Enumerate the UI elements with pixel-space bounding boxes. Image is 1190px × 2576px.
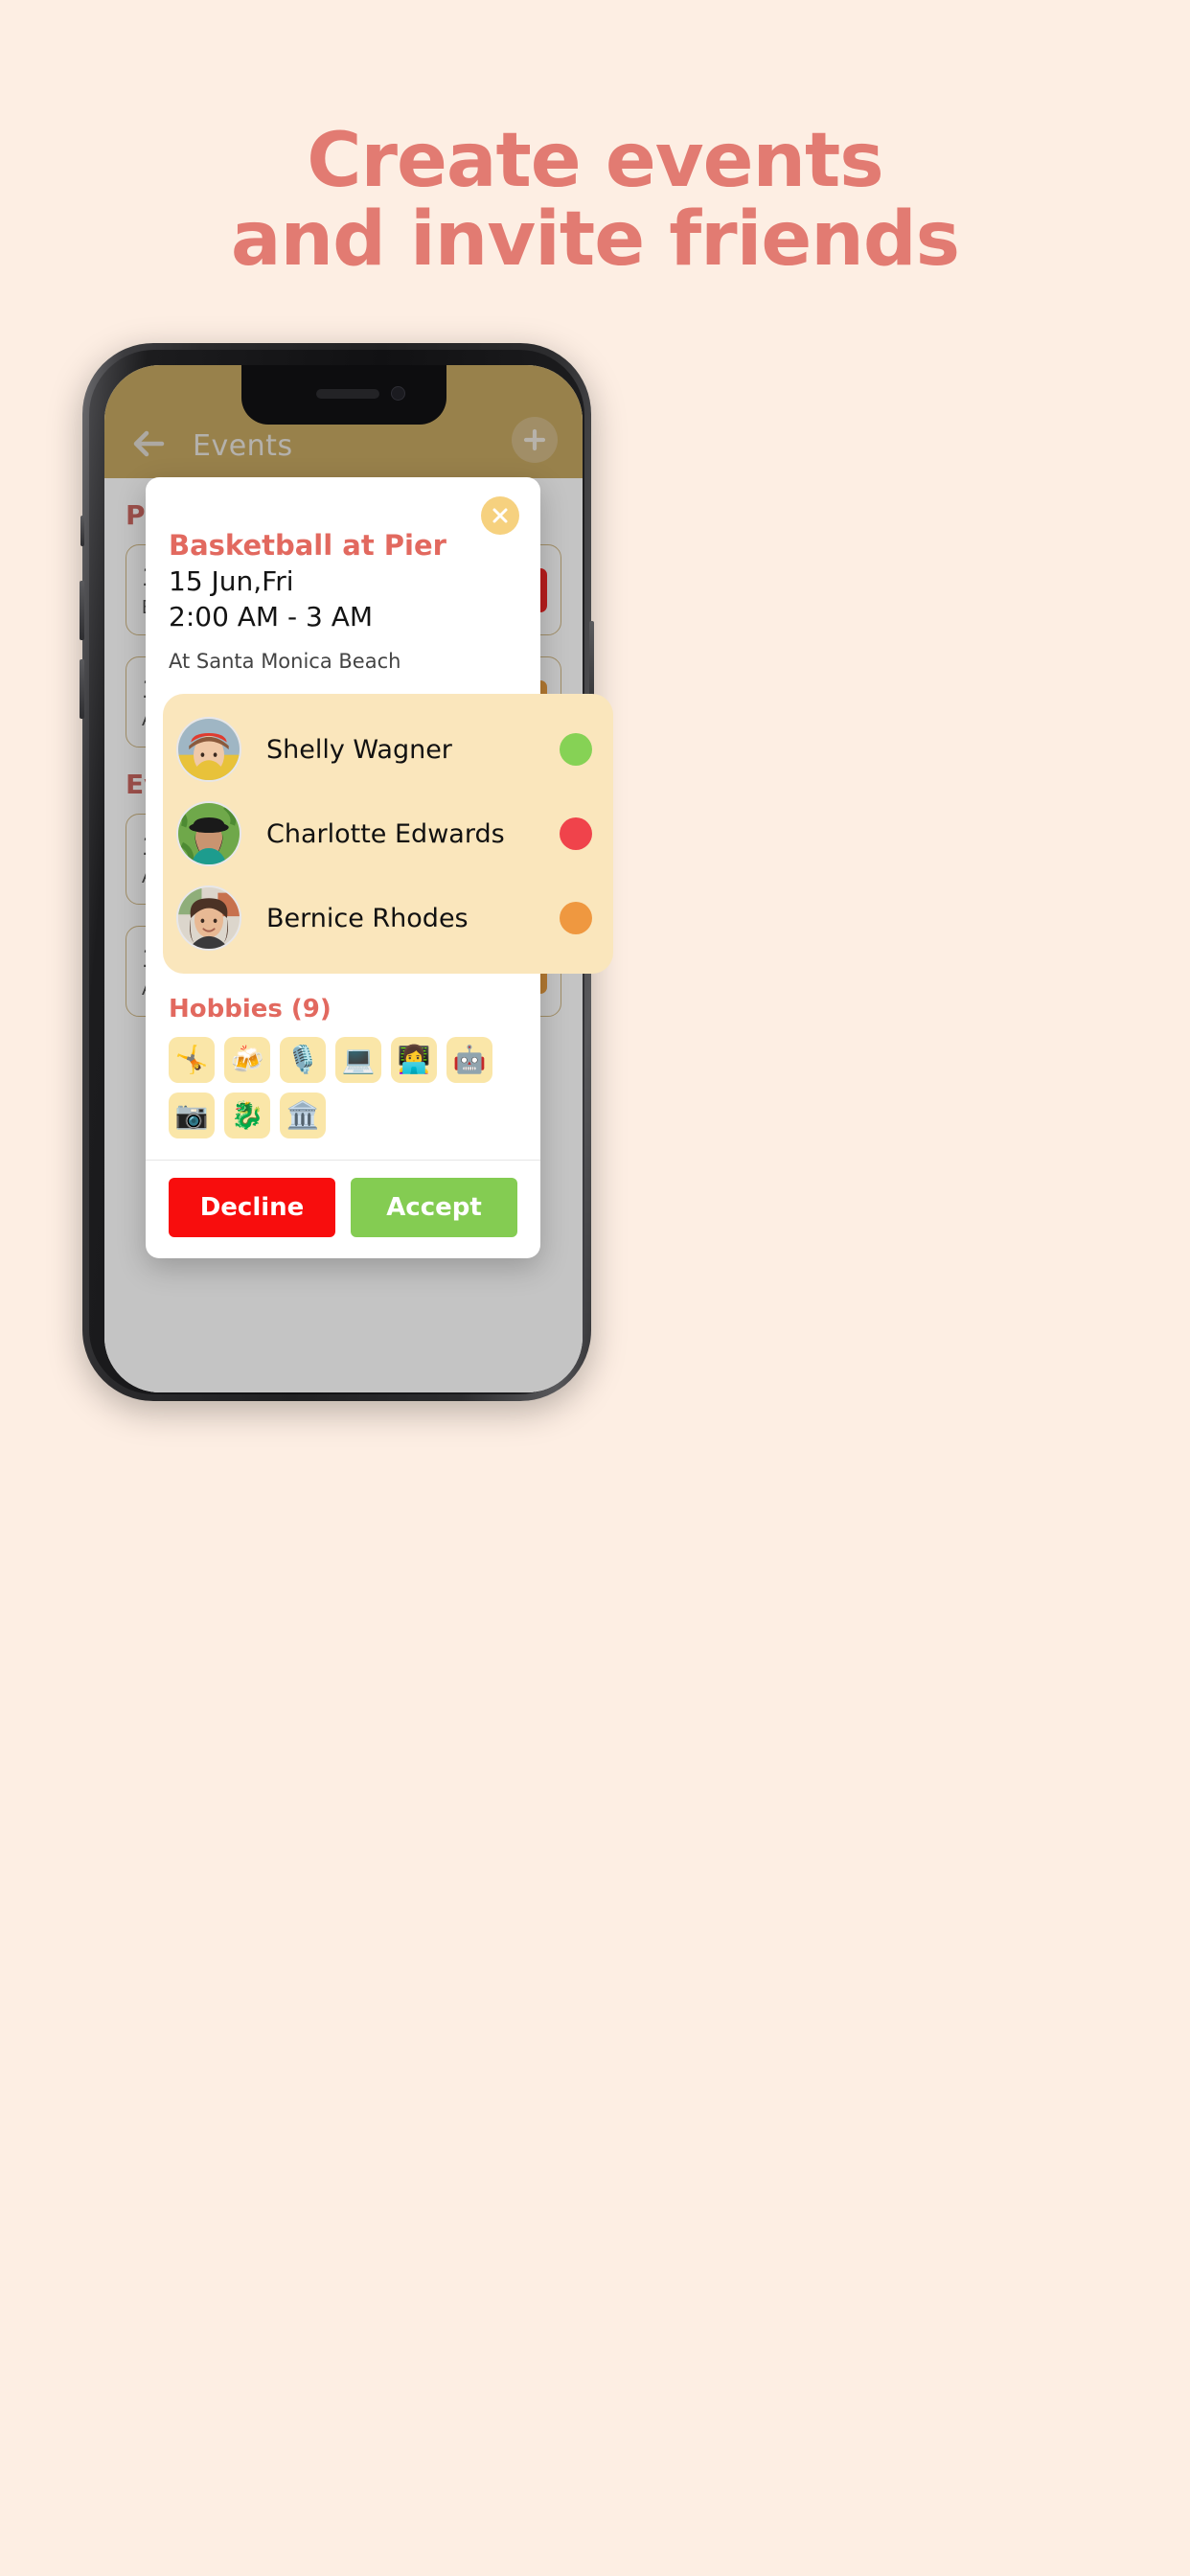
attendee-name: Bernice Rhodes — [266, 903, 469, 933]
hobbies-title: Hobbies (9) — [169, 995, 332, 1024]
close-icon — [492, 508, 508, 523]
person-laptop-icon[interactable]: 👩‍💻 — [391, 1037, 437, 1083]
cartwheel-icon[interactable]: 🤸 — [169, 1037, 215, 1083]
volume-down-button[interactable] — [80, 659, 84, 719]
event-detail-modal: Basketball at Pier 15 Jun,Fri 2:00 AM - … — [146, 477, 613, 1258]
phone-notch — [240, 365, 446, 425]
status-badge — [560, 733, 592, 766]
list-item[interactable]: Shelly Wagner — [163, 707, 613, 792]
promo-headline: Create events and invite friends — [0, 118, 1190, 283]
decline-button[interactable]: Decline — [169, 1178, 335, 1237]
headline-line-2: and invite friends — [230, 196, 960, 283]
avatar — [176, 886, 241, 951]
status-badge — [560, 817, 592, 850]
earpiece-speaker — [315, 389, 379, 399]
attendee-name: Charlotte Edwards — [266, 818, 505, 849]
accept-button[interactable]: Accept — [351, 1178, 517, 1237]
list-item[interactable]: Charlotte Edwards — [163, 792, 613, 876]
modal-actions: Decline Accept — [169, 1161, 517, 1258]
avatar — [176, 801, 241, 866]
camera-icon[interactable]: 📷 — [169, 1092, 215, 1138]
volume-up-button[interactable] — [80, 581, 84, 640]
event-title: Basketball at Pier — [169, 529, 446, 562]
front-camera-icon — [390, 386, 405, 401]
attendees-panel: Shelly Wagner Charlotte Edwards Bernice … — [163, 694, 613, 974]
microphone-icon[interactable]: 🎙️ — [280, 1037, 326, 1083]
status-badge — [560, 902, 592, 934]
dragon-icon[interactable]: 🐉 — [224, 1092, 270, 1138]
beer-mugs-icon[interactable]: 🍻 — [224, 1037, 270, 1083]
headline-line-1: Create events — [307, 118, 883, 204]
hobbies-section: Hobbies (9) 🤸 🍻 🎙️ 💻 👩‍💻 🤖 📷 🐉 🏛️ — [169, 974, 517, 1142]
close-button[interactable] — [481, 496, 519, 535]
event-time: 2:00 AM - 3 AM — [169, 601, 374, 632]
robot-icon[interactable]: 🤖 — [446, 1037, 492, 1083]
list-item[interactable]: Bernice Rhodes — [163, 876, 613, 960]
event-date: 15 Jun,Fri — [169, 565, 294, 597]
laptop-icon[interactable]: 💻 — [335, 1037, 381, 1083]
classical-building-icon[interactable]: 🏛️ — [280, 1092, 326, 1138]
event-location: At Santa Monica Beach — [169, 650, 401, 673]
mute-switch[interactable] — [80, 516, 84, 546]
hobbies-grid: 🤸 🍻 🎙️ 💻 👩‍💻 🤖 📷 🐉 🏛️ — [169, 1037, 514, 1138]
avatar — [176, 717, 241, 782]
attendee-name: Shelly Wagner — [266, 734, 452, 765]
